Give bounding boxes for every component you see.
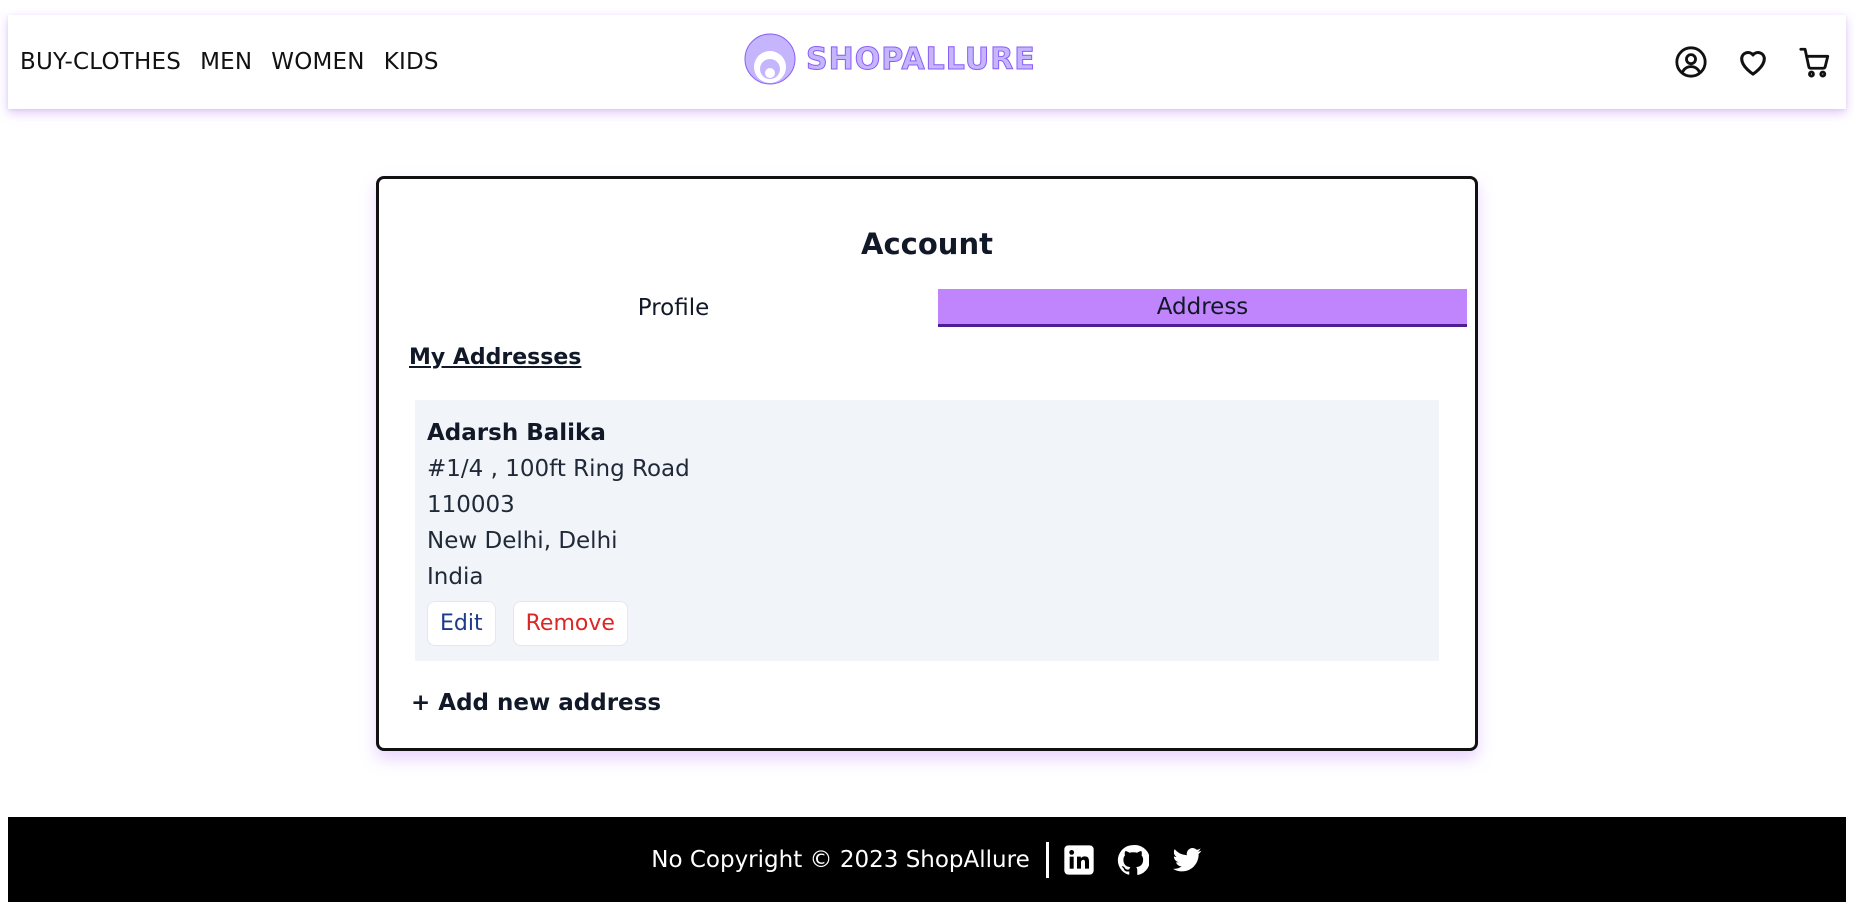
address-line1: #1/4 , 100ft Ring Road bbox=[427, 456, 690, 482]
nav-icons bbox=[1674, 45, 1832, 79]
copyright-text: No Copyright © 2023 ShopAllure bbox=[651, 846, 1030, 873]
remove-button[interactable]: Remove bbox=[512, 601, 628, 646]
address-country: India bbox=[427, 564, 484, 590]
page-title: Account bbox=[861, 227, 993, 261]
account-card: Account Profile Address My Addresses Ada… bbox=[376, 176, 1478, 751]
section-title: My Addresses bbox=[409, 345, 582, 370]
nav-link-women[interactable]: WOMEN bbox=[271, 49, 364, 75]
tab-profile[interactable]: Profile bbox=[409, 289, 938, 327]
github-icon[interactable] bbox=[1117, 844, 1149, 876]
address-city-state: New Delhi, Delhi bbox=[427, 528, 618, 554]
social-links bbox=[1063, 844, 1203, 876]
nav-link-kids[interactable]: KIDS bbox=[384, 49, 439, 75]
heart-icon[interactable] bbox=[1735, 45, 1771, 79]
footer: No Copyright © 2023 ShopAllure bbox=[8, 817, 1846, 902]
user-circle-icon[interactable] bbox=[1674, 45, 1708, 79]
nav-links: BUY-CLOTHES MEN WOMEN KIDS bbox=[20, 49, 439, 75]
logo-icon bbox=[744, 33, 796, 85]
add-new-address-button[interactable]: + Add new address bbox=[411, 690, 661, 716]
address-card: Adarsh Balika #1/4 , 100ft Ring Road 110… bbox=[415, 400, 1439, 661]
nav-link-buy-clothes[interactable]: BUY-CLOTHES bbox=[20, 49, 181, 75]
footer-divider bbox=[1045, 841, 1049, 878]
brand-logo[interactable]: SHOPALLURE bbox=[744, 33, 1036, 85]
address-pincode: 110003 bbox=[427, 492, 515, 518]
address-name: Adarsh Balika bbox=[427, 420, 606, 446]
nav-link-men[interactable]: MEN bbox=[200, 49, 252, 75]
account-tabs: Profile Address bbox=[409, 289, 1467, 327]
address-actions: Edit Remove bbox=[427, 601, 1427, 646]
twitter-icon[interactable] bbox=[1171, 845, 1203, 875]
tab-address[interactable]: Address bbox=[938, 289, 1467, 327]
cart-icon[interactable] bbox=[1798, 45, 1832, 79]
navbar: BUY-CLOTHES MEN WOMEN KIDS SHOPALLURE bbox=[8, 15, 1846, 109]
brand-name: SHOPALLURE bbox=[806, 41, 1036, 77]
linkedin-icon[interactable] bbox=[1063, 844, 1095, 876]
edit-button[interactable]: Edit bbox=[427, 601, 496, 646]
